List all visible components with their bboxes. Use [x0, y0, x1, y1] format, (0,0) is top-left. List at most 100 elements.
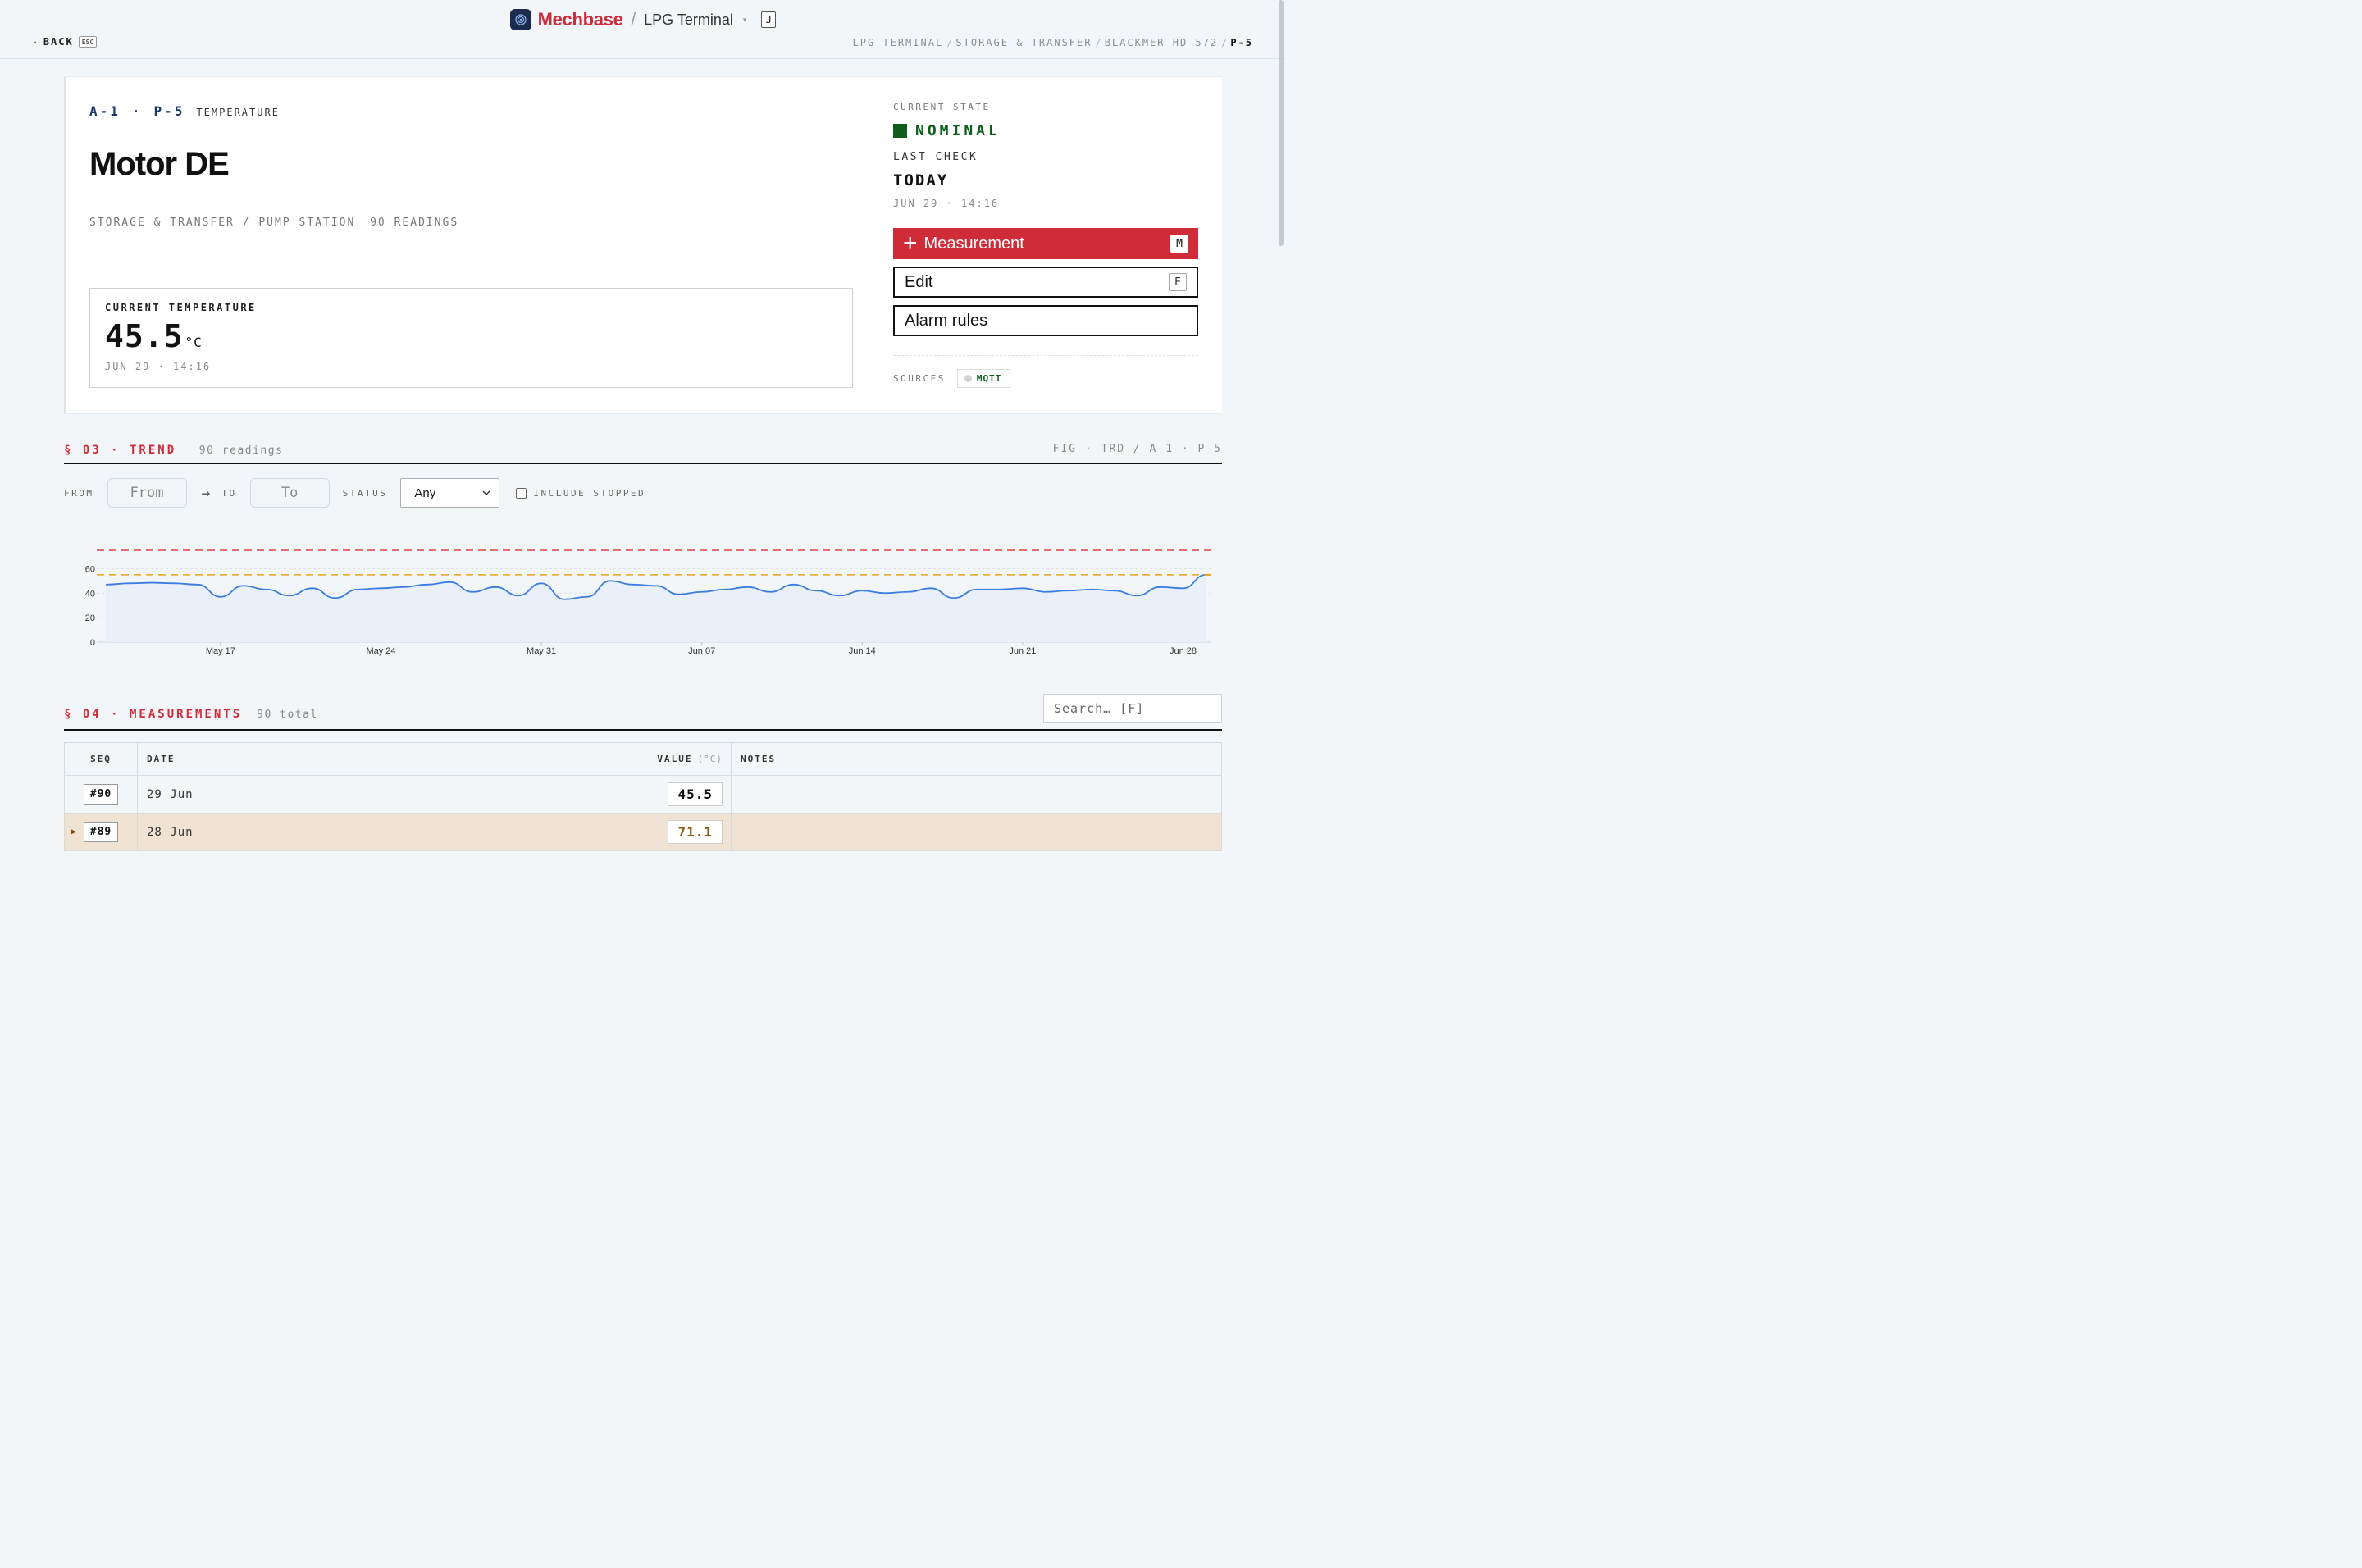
plus-icon: + — [903, 230, 918, 257]
trend-section-title: § 03 · TREND — [64, 444, 177, 457]
from-date-input[interactable]: From — [107, 478, 187, 508]
alarm-rules-button[interactable]: Alarm rules — [893, 305, 1198, 336]
status-label: STATUS — [342, 487, 388, 499]
to-date-input[interactable]: To — [249, 478, 330, 508]
site-switcher[interactable]: LPG Terminal — [644, 11, 733, 29]
row-date: 28 Jun — [138, 814, 203, 850]
current-unit: °C — [185, 335, 203, 350]
x-tick-label: May 24 — [366, 646, 395, 656]
sources-label: SOURCES — [893, 373, 946, 384]
measurements-total: 90 total — [257, 708, 318, 721]
x-tick-label: May 17 — [206, 646, 235, 656]
trend-readings-count: 90 readings — [198, 444, 284, 457]
state-panel: CURRENT STATE NOMINAL LAST CHECK TODAY J… — [893, 102, 1198, 209]
breadcrumb-separator: / — [946, 37, 953, 48]
readings-count: 90 READINGS — [370, 217, 459, 229]
measurements-table: SEQ DATE VALUE (°C) NOTES #90 29 Jun 45.… — [64, 742, 1222, 851]
edit-button[interactable]: Edit E — [893, 267, 1198, 298]
chevron-down-icon — [482, 490, 490, 495]
col-seq[interactable]: SEQ — [65, 743, 138, 775]
measurements-section-header: § 04 · MEASUREMENTS 90 total Search… [F] — [64, 694, 1222, 731]
row-date: 29 Jun — [138, 776, 203, 813]
brand-header: Mechbase / LPG Terminal ▾ J — [0, 8, 1286, 31]
last-check-timestamp: JUN 29 · 14:16 — [893, 198, 1000, 209]
series-area — [106, 574, 1206, 642]
row-seq[interactable]: #90 — [83, 784, 119, 805]
status-select[interactable]: Any — [400, 478, 500, 508]
add-measurement-label: Measurement — [923, 234, 1024, 253]
row-value-cell: 71.1 — [203, 814, 732, 850]
row-value[interactable]: 71.1 — [668, 820, 723, 844]
include-stopped-label[interactable]: INCLUDE STOPPED — [533, 488, 645, 499]
back-label: BACK — [43, 36, 74, 48]
breadcrumb-separator: / — [1095, 37, 1101, 48]
edit-shortcut: E — [1169, 273, 1187, 291]
current-reading-panel: CURRENT TEMPERATURE 45.5 °C JUN 29 · 14:1… — [89, 288, 853, 388]
status-badge: NOMINAL — [893, 122, 1198, 139]
table-row[interactable]: ▶ #89 28 Jun 71.1 — [65, 814, 1221, 851]
breadcrumb-point: P-5 — [1230, 37, 1253, 48]
y-tick-label: 60 — [85, 564, 95, 574]
asset-id-line: A-1 · P-5 TEMPERATURE — [89, 103, 280, 119]
x-tick-label: Jun 07 — [688, 646, 715, 656]
brand-separator: / — [631, 10, 636, 29]
y-tick-label: 0 — [90, 638, 95, 648]
site-caret-icon[interactable]: ▾ — [743, 16, 747, 25]
sources-row: SOURCES MQTT — [893, 369, 1011, 388]
source-tag[interactable]: MQTT — [956, 369, 1011, 388]
table-header: SEQ DATE VALUE (°C) NOTES — [65, 743, 1221, 776]
asset-path: STORAGE & TRANSFER / PUMP STATION 90 REA… — [89, 217, 458, 229]
row-seq-cell: ▶ #89 — [65, 814, 138, 850]
breadcrumb-separator: / — [1221, 37, 1228, 48]
breadcrumb: LPG TERMINAL / STORAGE & TRANSFER / BLAC… — [852, 37, 1253, 48]
status-select-value: Any — [414, 485, 436, 500]
point-type: TEMPERATURE — [196, 107, 280, 118]
breadcrumb-equipment[interactable]: BLACKMER HD-572 — [1105, 37, 1218, 48]
measurement-shortcut: M — [1170, 235, 1188, 253]
back-shortcut: ESC — [78, 36, 98, 48]
status-text: NOMINAL — [915, 122, 1001, 139]
asset-card: A-1 · P-5 TEMPERATURE Motor DE STORAGE &… — [64, 76, 1222, 414]
arrow-right-icon: → — [201, 484, 211, 502]
search-input[interactable]: Search… [F] — [1043, 694, 1222, 723]
breadcrumb-area[interactable]: STORAGE & TRANSFER — [955, 37, 1092, 48]
asset-location: STORAGE & TRANSFER / PUMP STATION — [89, 217, 356, 229]
table-row[interactable]: #90 29 Jun 45.5 — [65, 776, 1221, 814]
trend-filters: FROM From → TO To STATUS Any INCLUDE STO… — [64, 478, 645, 508]
source-name: MQTT — [976, 373, 1002, 384]
x-tick-label: May 31 — [527, 646, 556, 656]
page-scrollbar[interactable] — [1279, 0, 1284, 246]
app-name[interactable]: Mechbase — [538, 9, 623, 30]
source-dot-icon — [964, 375, 972, 382]
x-tick-label: Jun 21 — [1009, 646, 1036, 656]
divider — [893, 355, 1198, 356]
row-seq[interactable]: #89 — [83, 822, 119, 842]
last-check-label: LAST CHECK — [893, 151, 978, 163]
state-caption: CURRENT STATE — [893, 102, 991, 112]
add-measurement-button[interactable]: + Measurement M — [893, 228, 1198, 259]
last-check-value: TODAY — [893, 171, 949, 189]
edit-label: Edit — [905, 272, 933, 291]
top-bar: Mechbase / LPG Terminal ▾ J ◂ BACK ESC L… — [0, 0, 1286, 59]
measurements-section-title: § 04 · MEASUREMENTS — [64, 708, 243, 721]
col-value[interactable]: VALUE (°C) — [203, 743, 732, 775]
include-stopped-checkbox[interactable] — [516, 487, 527, 499]
col-value-label: VALUE — [657, 754, 693, 764]
breadcrumb-site[interactable]: LPG TERMINAL — [852, 37, 943, 48]
x-tick-label: Jun 28 — [1170, 646, 1197, 656]
app-logo-icon[interactable] — [509, 9, 531, 30]
trend-figure-ref: FIG · TRD / A-1 · P-5 — [1052, 443, 1222, 455]
row-value[interactable]: 45.5 — [668, 782, 723, 806]
row-notes[interactable] — [732, 814, 1221, 850]
expand-marker-icon[interactable]: ▶ — [71, 827, 78, 836]
trend-section-header: § 03 · TREND 90 readings FIG · TRD / A-1… — [64, 441, 1222, 464]
page-title: Motor DE — [89, 146, 230, 182]
back-button[interactable]: ◂ BACK ESC — [33, 36, 98, 48]
row-notes[interactable] — [732, 776, 1221, 813]
col-notes: NOTES — [741, 754, 777, 764]
col-date[interactable]: DATE — [138, 743, 203, 775]
area-code: A-1 — [89, 103, 121, 119]
trend-chart[interactable]: 0 20 40 60 May 17 May 24 May 31 Jun 07 Jun 14 Jun… — [64, 517, 1222, 664]
y-tick-label: 20 — [85, 613, 95, 623]
from-label: FROM — [64, 487, 94, 499]
